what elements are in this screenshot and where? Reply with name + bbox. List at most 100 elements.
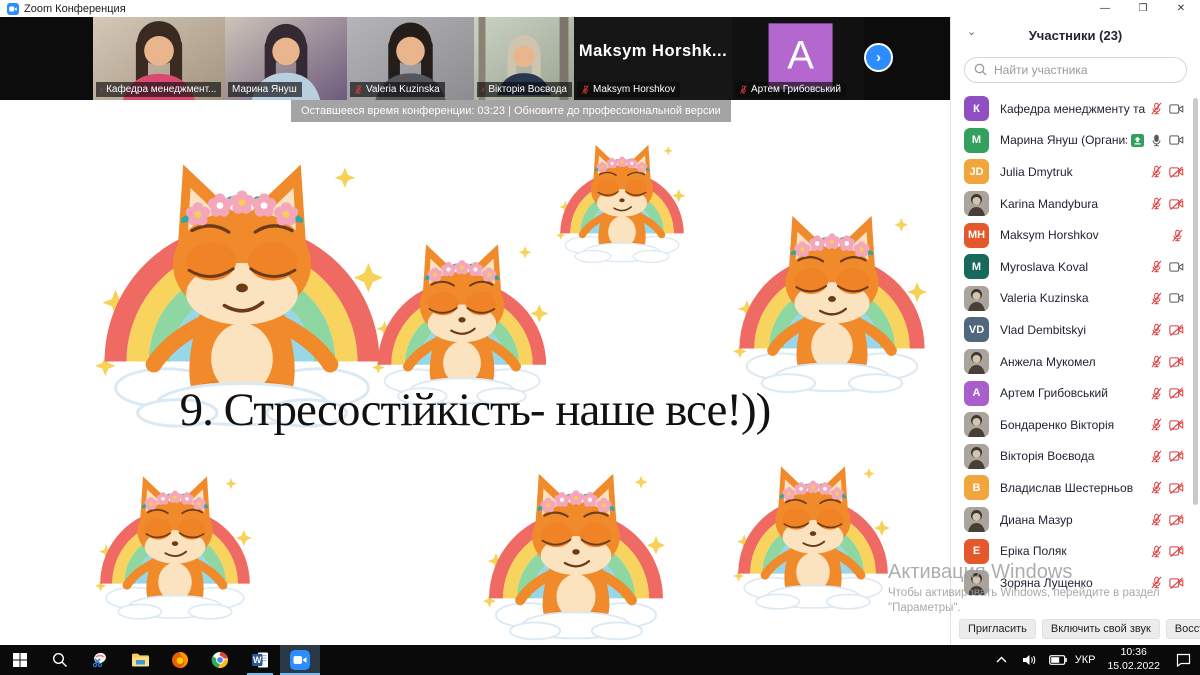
participant-name: Karina Mandybura — [1000, 197, 1146, 211]
participant-status-icons — [1171, 229, 1184, 242]
participant-row[interactable]: ААртем Грибовський — [951, 377, 1192, 409]
participant-photo — [964, 191, 989, 216]
participant-name: Бондаренко Вікторія — [1000, 418, 1146, 432]
participant-name: Myroslava Koval — [1000, 260, 1146, 274]
participant-row[interactable]: Karina Mandybura — [951, 188, 1192, 220]
video-tile[interactable]: Кафедра менеджмент... — [93, 17, 225, 100]
participant-photo — [964, 412, 989, 437]
participant-avatar — [964, 286, 989, 311]
participant-avatar — [964, 444, 989, 469]
participant-row[interactable]: Зоряна Лущенко — [951, 567, 1192, 599]
camera-on-icon — [1169, 103, 1184, 115]
participant-row[interactable]: MHMaksym Horshkov — [951, 219, 1192, 251]
zoom-app-window: Zoom Конференция — ❐ ✕ Кафедра менеджмен… — [0, 0, 1200, 675]
participant-row[interactable]: VDVlad Dembitskyi — [951, 314, 1192, 346]
fox-rainbow-illustrations — [0, 100, 950, 645]
participant-row[interactable]: М Myroslava Koval — [951, 251, 1192, 283]
participant-row[interactable]: ККафедра менеджменту та ад... (Я) — [951, 93, 1192, 125]
participant-name: Valeria Kuzinska — [1000, 291, 1146, 305]
participants-scrollbar[interactable] — [1193, 98, 1198, 505]
zoom-icon — [290, 650, 310, 670]
snipping-tool-button[interactable] — [80, 645, 120, 675]
zoom-app-icon — [7, 3, 19, 15]
shared-screen-area: Оставшееся время конференции: 03:23 | Об… — [0, 100, 950, 645]
participant-name: Анжела Мукомел — [1000, 355, 1146, 369]
titlebar: Zoom Конференция — ❐ ✕ — [0, 0, 1200, 17]
participant-row[interactable]: Вікторія Воєвода — [951, 441, 1192, 473]
participant-avatar: М — [964, 254, 989, 279]
search-icon — [974, 63, 987, 81]
participant-row[interactable]: ММарина Януш (Организатор) — [951, 125, 1192, 157]
restore-status-button[interactable]: Восстановить стату — [1166, 619, 1200, 639]
meeting-time-banner[interactable]: Оставшееся время конференции: 03:23 | Об… — [291, 100, 731, 122]
participant-avatar: Е — [964, 539, 989, 564]
chevron-down-icon[interactable]: ⌄ — [967, 25, 976, 38]
chrome-button[interactable] — [200, 645, 240, 675]
camera-off-icon — [1169, 514, 1184, 526]
participant-name: Вікторія Воєвода — [1000, 449, 1146, 463]
word-button[interactable]: W — [240, 645, 280, 675]
battery-icon[interactable] — [1047, 655, 1069, 665]
tray-chevron-icon[interactable] — [991, 656, 1013, 664]
participant-avatar — [964, 349, 989, 374]
slide-title: 9. Стресостійкість- наше все!)) — [0, 383, 950, 437]
unmute-button[interactable]: Включить свой звук — [1042, 619, 1160, 639]
participant-row[interactable]: Диана Мазур — [951, 504, 1192, 536]
action-center-icon[interactable] — [1172, 653, 1194, 667]
screen-share-badge — [1131, 134, 1144, 147]
start-button[interactable] — [0, 645, 40, 675]
mic-muted-icon — [100, 85, 103, 94]
participant-status-icons — [1150, 355, 1184, 368]
participant-row[interactable]: Анжела Мукомел — [951, 346, 1192, 378]
participant-avatar — [964, 191, 989, 216]
mic-muted-icon — [1150, 481, 1163, 494]
participant-row[interactable]: В Владислав Шестерньов — [951, 472, 1192, 504]
next-videos-button[interactable]: › — [864, 43, 893, 72]
participants-footer: Пригласить Включить свой звук Восстановить… — [951, 614, 1200, 639]
mic-muted-icon — [481, 85, 485, 94]
invite-button[interactable]: Пригласить — [959, 619, 1036, 639]
participant-photo — [964, 444, 989, 469]
participant-status-icons — [1150, 102, 1184, 115]
clock[interactable]: 10:36 15.02.2022 — [1101, 646, 1166, 673]
maximize-button[interactable]: ❐ — [1124, 0, 1162, 17]
participant-row[interactable]: Valeria Kuzinska — [951, 283, 1192, 315]
file-explorer-button[interactable] — [120, 645, 160, 675]
tile-name-label: Кафедра менеджмент... — [96, 82, 221, 97]
participant-avatar: В — [964, 475, 989, 500]
language-indicator[interactable]: УКР — [1075, 654, 1096, 666]
video-tile[interactable]: A Артем Грибовський — [732, 17, 864, 100]
minimize-button[interactable]: — — [1086, 0, 1124, 17]
search-participant-input[interactable] — [964, 57, 1187, 83]
zoom-taskbar-button[interactable] — [280, 645, 320, 675]
mic-muted-icon — [1150, 418, 1163, 431]
speaker-icon[interactable] — [1019, 654, 1041, 666]
video-tile[interactable]: Вікторія Воєвода — [474, 17, 574, 100]
participant-row[interactable]: ЕЕріка Поляк — [951, 535, 1192, 567]
video-tile[interactable]: Maksym Horshk... Maksym Horshkov — [574, 17, 732, 100]
video-tile[interactable]: Valeria Kuzinska — [347, 17, 474, 100]
participant-name: Марина Януш (Организатор) — [1000, 133, 1127, 147]
participant-name: Диана Мазур — [1000, 513, 1146, 527]
participant-row[interactable]: Бондаренко Вікторія — [951, 409, 1192, 441]
participant-status-icons — [1150, 323, 1184, 336]
participant-status-icons — [1150, 481, 1184, 494]
firefox-button[interactable] — [160, 645, 200, 675]
svg-text:W: W — [253, 655, 262, 665]
participant-row[interactable]: JDJulia Dmytruk — [951, 156, 1192, 188]
participant-status-icons — [1150, 292, 1184, 305]
video-tile[interactable]: Марина Януш — [225, 17, 347, 100]
camera-off-icon — [1169, 419, 1184, 431]
mic-muted-icon — [581, 85, 590, 94]
camera-off-icon — [1169, 450, 1184, 462]
close-button[interactable]: ✕ — [1162, 0, 1200, 17]
participant-status-icons — [1150, 545, 1184, 558]
tile-name-label: Valeria Kuzinska — [350, 82, 445, 97]
participant-name: Владислав Шестерньов — [1000, 481, 1146, 495]
mic-muted-icon — [1150, 323, 1163, 336]
participant-status-icons — [1150, 197, 1184, 210]
taskbar-search-button[interactable] — [40, 645, 80, 675]
participant-name: Зоряна Лущенко — [1000, 576, 1146, 590]
tile-name-label: Марина Януш — [228, 82, 302, 97]
camera-on-icon — [1169, 292, 1184, 304]
